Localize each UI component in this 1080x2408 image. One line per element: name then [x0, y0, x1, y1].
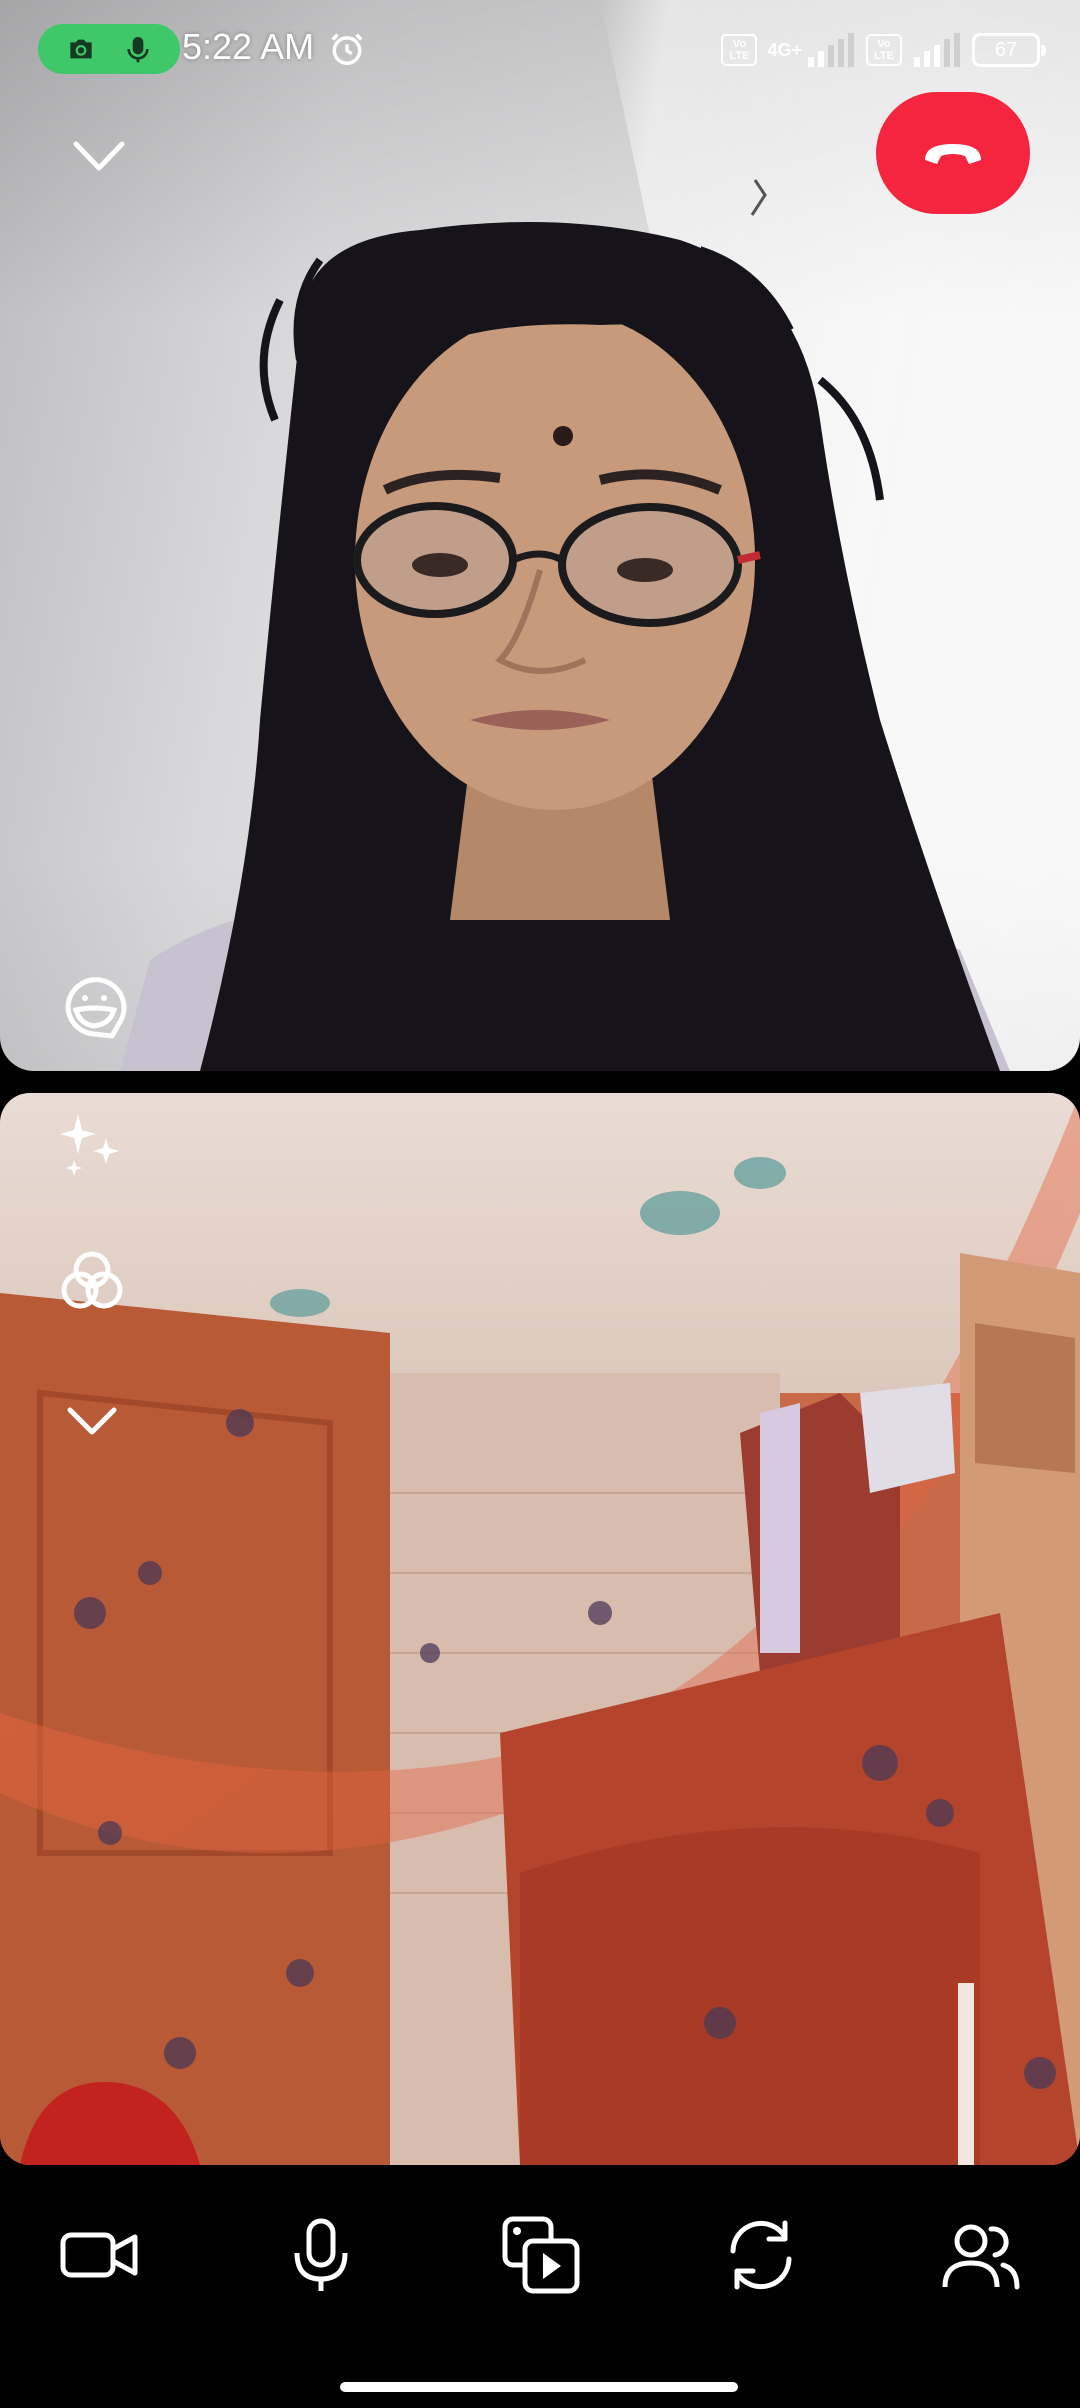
more-tools-chevron-down-icon[interactable]: [64, 1400, 120, 1440]
sticker-icon[interactable]: [54, 966, 134, 1046]
camera-icon: [69, 39, 92, 59]
status-right-cluster: Vo LTE 4G+ Vo LTE 67: [721, 30, 1046, 70]
privacy-indicator: [38, 24, 180, 74]
volte-badge-1: Vo LTE: [721, 34, 758, 66]
sparkles-icon[interactable]: [56, 1108, 128, 1180]
microphone-toggle-button[interactable]: [276, 2210, 366, 2300]
battery-indicator: 67: [972, 33, 1046, 67]
video-camera-icon: [60, 2232, 138, 2278]
people-icon: [942, 2224, 1020, 2290]
flip-camera-button[interactable]: [716, 2210, 806, 2300]
color-filter-icon[interactable]: [56, 1246, 128, 1318]
camera-toggle-button[interactable]: [54, 2210, 144, 2300]
end-call-button[interactable]: [876, 92, 1030, 214]
local-camera-image: [0, 1093, 1080, 2165]
microphone-icon: [294, 2218, 348, 2291]
video-call-screen: 5:22 AM Vo LTE 4G+ Vo LTE 67: [0, 0, 1080, 2408]
signal-strength-icon-2: [914, 33, 960, 67]
flip-camera-icon: [730, 2220, 792, 2290]
status-time: 5:22 AM: [182, 26, 315, 67]
alarm-clock-icon: [331, 33, 363, 65]
microphone-icon: [126, 37, 149, 63]
hang-up-icon: [925, 144, 981, 164]
volte-badge-2: Vo LTE: [866, 34, 902, 66]
share-media-button[interactable]: [496, 2210, 586, 2300]
media-play-icon: [502, 2216, 580, 2294]
network-type-label: 4G+: [767, 39, 802, 60]
minimize-call-chevron-down-icon[interactable]: [68, 130, 130, 182]
participants-button[interactable]: [936, 2210, 1026, 2300]
signal-strength-icon: [808, 33, 854, 67]
home-indicator[interactable]: [340, 2382, 738, 2392]
status-bar: 5:22 AM Vo LTE 4G+ Vo LTE 67: [0, 0, 1080, 100]
local-video-feed: [0, 1093, 1080, 2165]
